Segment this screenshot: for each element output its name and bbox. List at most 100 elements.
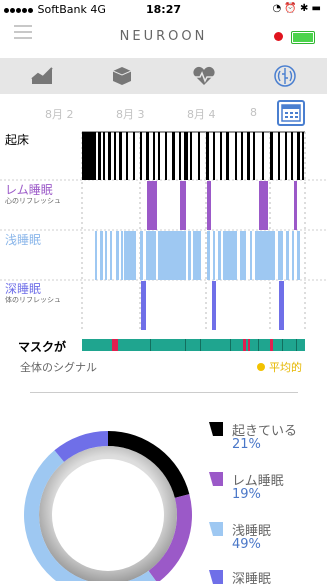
legend-swatch (209, 522, 223, 536)
mask-signal-tick (230, 339, 231, 351)
date-label[interactable]: 8月 3 (116, 106, 145, 122)
light-sleep-bar (278, 231, 283, 280)
light-sleep-bar (116, 231, 119, 280)
wake-bar (133, 132, 135, 180)
row-label-wake: 起床 (5, 133, 30, 147)
sleep-donut-chart (24, 431, 192, 581)
wake-bar (190, 132, 192, 180)
wake-bar (297, 132, 300, 180)
wake-bar (285, 132, 287, 180)
wake-bar (82, 132, 96, 180)
mask-signal-tick (282, 339, 283, 351)
wake-bar (114, 132, 116, 180)
wake-bar (302, 132, 304, 180)
wake-bar (241, 132, 243, 180)
wake-bar (103, 132, 105, 180)
light-sleep-bar (297, 231, 300, 280)
light-sleep-bar (121, 231, 123, 280)
mask-signal-tick (296, 339, 297, 351)
light-sleep-bar (140, 231, 143, 280)
date-label[interactable]: 8月 4 (187, 106, 216, 122)
wake-bar (119, 132, 122, 180)
light-sleep-bar (240, 231, 246, 280)
legend-swatch (209, 570, 223, 584)
light-sleep-bar (193, 231, 201, 280)
wake-bar (270, 132, 273, 180)
rem-bar (259, 181, 268, 230)
legend-percent: 19% (232, 487, 261, 502)
light-sleep-bar (105, 231, 107, 280)
row-label-light: 浅睡眠 (5, 233, 42, 247)
rem-bar (147, 181, 157, 230)
light-sleep-bar (207, 231, 210, 280)
rem-bar (180, 181, 186, 230)
sleep-hypnogram: 起床 レム睡眠 心のリフレッシュ 浅睡眠 深睡眠 体のリフレッシュ マスクが (0, 128, 327, 358)
wake-bar (108, 132, 111, 180)
light-sleep-bar (188, 231, 191, 280)
tab-cube[interactable] (92, 58, 152, 94)
rem-bar (294, 181, 297, 230)
wake-bar (220, 132, 222, 180)
calendar-button[interactable] (277, 100, 305, 126)
light-sleep-bar (223, 231, 237, 280)
brain-icon (274, 65, 296, 87)
signal-status-text: 平均的 (269, 361, 302, 374)
signal-status: 平均的 (257, 359, 302, 375)
date-label[interactable]: 8月 2 (45, 106, 74, 122)
date-label[interactable]: 8 (250, 106, 257, 119)
legend-percent: 21% (232, 437, 261, 452)
mask-signal-alert (112, 339, 118, 351)
battery-icon (291, 31, 315, 44)
wake-bar (158, 132, 160, 180)
wake-bar (172, 132, 175, 180)
row-sub-rem: 心のリフレッシュ (5, 197, 61, 205)
light-sleep-bar (218, 231, 221, 280)
mask-signal-tick (200, 339, 201, 351)
tab-heart[interactable] (174, 58, 234, 94)
wake-bar (291, 132, 293, 180)
wake-bar (213, 132, 215, 180)
wake-bar (253, 132, 255, 180)
wake-bar (126, 132, 128, 180)
wake-bar (235, 132, 237, 180)
legend-swatch (209, 422, 223, 436)
deep-sleep-bar (141, 281, 146, 330)
light-sleep-bar (100, 231, 103, 280)
wake-bar (247, 132, 250, 180)
light-sleep-bar (158, 231, 186, 280)
mask-signal-alert (243, 339, 246, 351)
wake-bar (206, 132, 209, 180)
tab-chart[interactable] (12, 58, 72, 94)
row-sub-deep: 体のリフレッシュ (5, 296, 61, 304)
light-sleep-bar (255, 231, 275, 280)
heart-pulse-icon (193, 66, 215, 85)
wake-bar (278, 132, 280, 180)
wake-bar (184, 132, 188, 180)
legend-name: 深睡眠 (232, 572, 272, 587)
status-icons: ◔ ⏰ ✱ ▬ (272, 3, 321, 14)
light-sleep-bar (213, 231, 215, 280)
legend-percent: 49% (232, 537, 261, 552)
divider (30, 392, 298, 393)
rem-bar (207, 181, 211, 230)
mask-signal-tick (185, 339, 186, 351)
tab-brain[interactable] (255, 58, 315, 94)
light-sleep-bar (146, 231, 156, 280)
signal-dot-icon (257, 363, 265, 371)
signal-label: 全体のシグナル (20, 361, 97, 374)
hypnogram-svg (0, 131, 327, 351)
wake-bar (165, 132, 167, 180)
cube-icon (112, 67, 132, 85)
light-sleep-bar (124, 231, 136, 280)
wake-bar (262, 132, 264, 180)
wake-bar (98, 132, 101, 180)
wake-bar (179, 132, 181, 180)
light-sleep-bar (110, 231, 112, 280)
chart-icon (31, 67, 53, 84)
donut-hole (52, 459, 164, 571)
light-sleep-bar (286, 231, 289, 280)
mask-signal-alert (270, 339, 273, 351)
wake-bar (153, 132, 155, 180)
mask-signal-alert (248, 339, 250, 351)
calendar-icon (281, 104, 301, 122)
